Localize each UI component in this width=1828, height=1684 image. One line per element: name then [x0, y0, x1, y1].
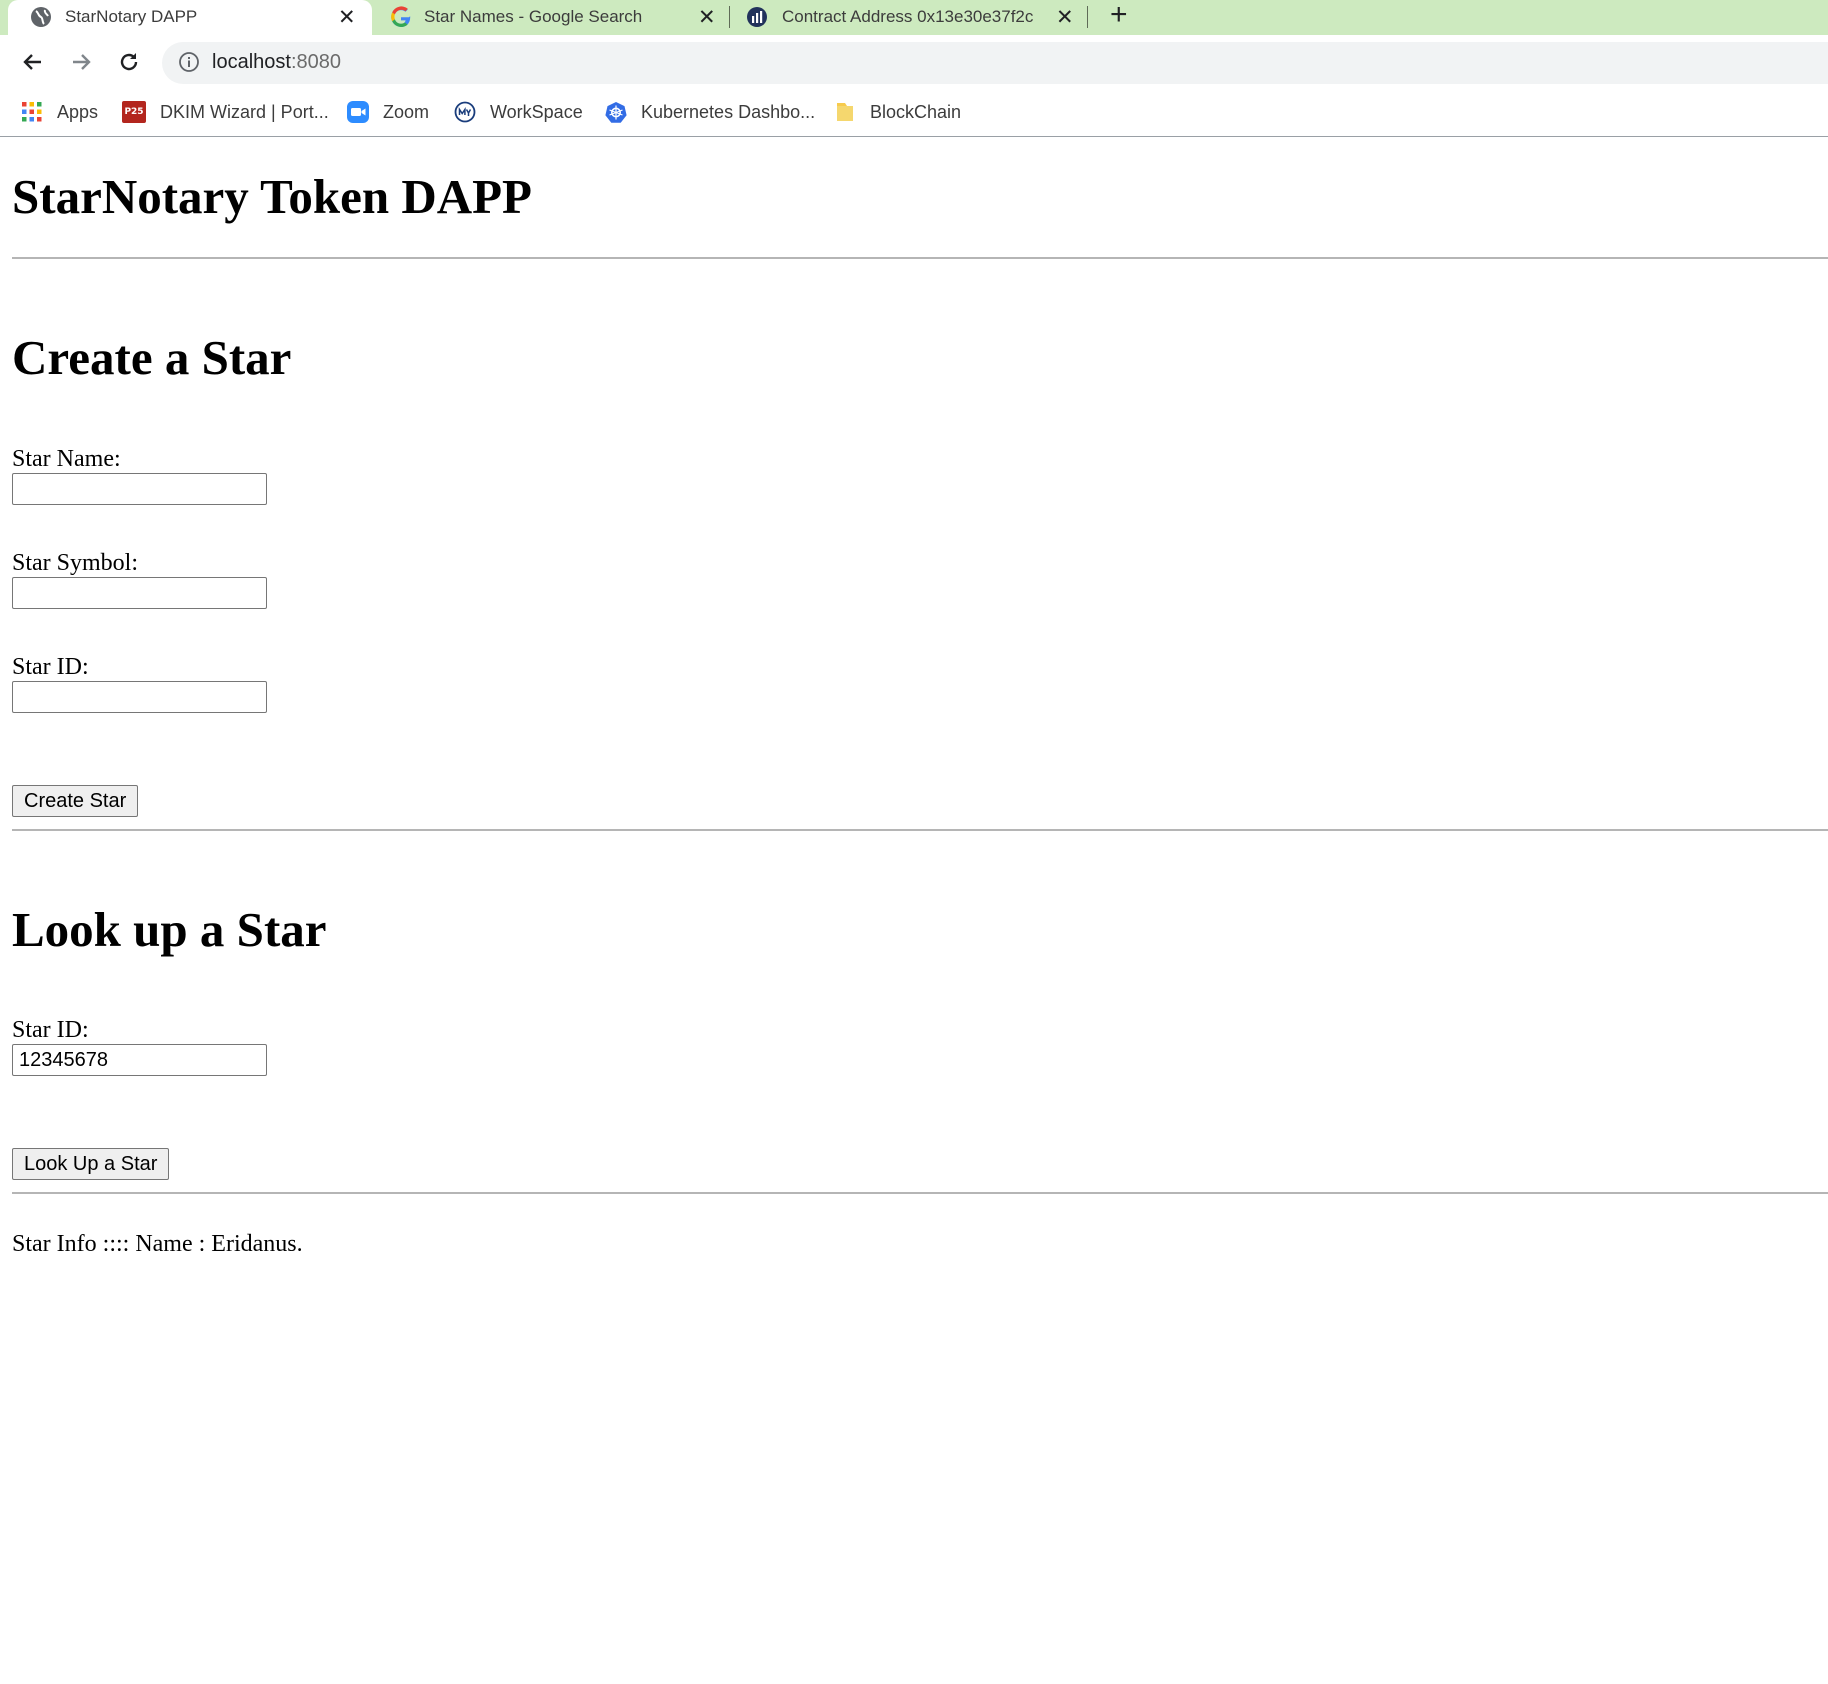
google-icon: [390, 6, 412, 33]
bookmark-label: Apps: [57, 101, 99, 122]
tab-google-search[interactable]: Star Names - Google Search ✕: [376, 0, 728, 35]
apps-grid-icon: [21, 101, 43, 123]
close-icon[interactable]: ✕: [698, 5, 716, 30]
bookmark-zoom[interactable]: Zoom: [347, 98, 429, 126]
p25-icon: P25: [122, 101, 146, 123]
close-icon[interactable]: ✕: [1056, 5, 1074, 30]
bookmark-folder-blockchain[interactable]: BlockChain: [834, 98, 961, 126]
arrow-right-icon: [73, 54, 91, 70]
etherscan-icon: [746, 6, 768, 33]
url-port: :8080: [290, 51, 341, 73]
tab-strip: StarNotary DAPP ✕ Star Names - Google Se…: [0, 0, 1828, 35]
bookmark-label: BlockChain: [870, 101, 962, 122]
tab-separator: [729, 6, 730, 28]
bookmarks-bar: Apps P25 DKIM Wizard | Port... Zoom Work…: [0, 90, 1828, 137]
tab-title: StarNotary DAPP: [65, 7, 198, 26]
url-text[interactable]: localhost:8080: [212, 51, 341, 74]
lookup-star-id-label: Star ID:: [12, 1017, 89, 1043]
tab-contract-address[interactable]: Contract Address 0x13e30e37f2c ✕: [732, 0, 1086, 35]
bookmark-label: Kubernetes Dashbo...: [641, 101, 816, 122]
kubernetes-icon: [605, 101, 627, 123]
new-tab-button[interactable]: +: [1110, 0, 1128, 32]
bookmark-apps[interactable]: Apps: [21, 98, 98, 126]
star-name-input[interactable]: [12, 473, 267, 505]
star-symbol-input[interactable]: [12, 577, 267, 609]
back-button[interactable]: [18, 47, 48, 77]
workspace-icon: [454, 101, 476, 123]
folder-icon: [834, 101, 856, 123]
reload-button[interactable]: [114, 47, 144, 77]
lookup-star-heading: Look up a Star: [12, 902, 327, 957]
browser-toolbar: localhost:8080: [0, 35, 1828, 90]
tab-title: Contract Address 0x13e30e37f2c: [782, 7, 1034, 26]
reload-icon: [120, 53, 138, 71]
lookup-star-id-input[interactable]: 12345678: [12, 1044, 267, 1076]
zoom-icon: [347, 101, 369, 123]
create-star-heading: Create a Star: [12, 330, 292, 385]
divider: [12, 1192, 1828, 1194]
divider: [12, 829, 1828, 831]
star-symbol-label: Star Symbol:: [12, 550, 139, 576]
address-bar[interactable]: [162, 42, 1828, 84]
globe-icon: [30, 6, 52, 33]
tab-separator: [1087, 6, 1088, 28]
forward-button[interactable]: [66, 47, 96, 77]
create-star-button[interactable]: Create Star: [12, 785, 139, 817]
star-id-input[interactable]: [12, 681, 267, 713]
divider: [12, 257, 1828, 259]
bookmark-kubernetes[interactable]: Kubernetes Dashbo...: [605, 98, 815, 126]
bookmark-label: Zoom: [383, 101, 430, 122]
arrow-left-icon: [23, 54, 41, 70]
url-host: localhost: [212, 51, 291, 73]
bookmark-workspace[interactable]: WorkSpace: [454, 98, 583, 126]
bookmark-dkim-wizard[interactable]: P25 DKIM Wizard | Port...: [122, 98, 329, 126]
bookmark-label: DKIM Wizard | Port...: [160, 101, 329, 122]
close-icon[interactable]: ✕: [338, 5, 356, 30]
bookmark-label: WorkSpace: [490, 101, 583, 122]
info-icon[interactable]: [178, 51, 200, 78]
lookup-star-button[interactable]: Look Up a Star: [12, 1148, 170, 1180]
tab-title: Star Names - Google Search: [424, 7, 643, 26]
tab-starnotary[interactable]: StarNotary DAPP ✕: [8, 0, 372, 35]
star-id-label: Star ID:: [12, 654, 89, 680]
page-title: StarNotary Token DAPP: [12, 169, 532, 224]
star-info-status: Star Info :::: Name : Eridanus.: [12, 1231, 303, 1257]
star-name-label: Star Name:: [12, 446, 121, 472]
